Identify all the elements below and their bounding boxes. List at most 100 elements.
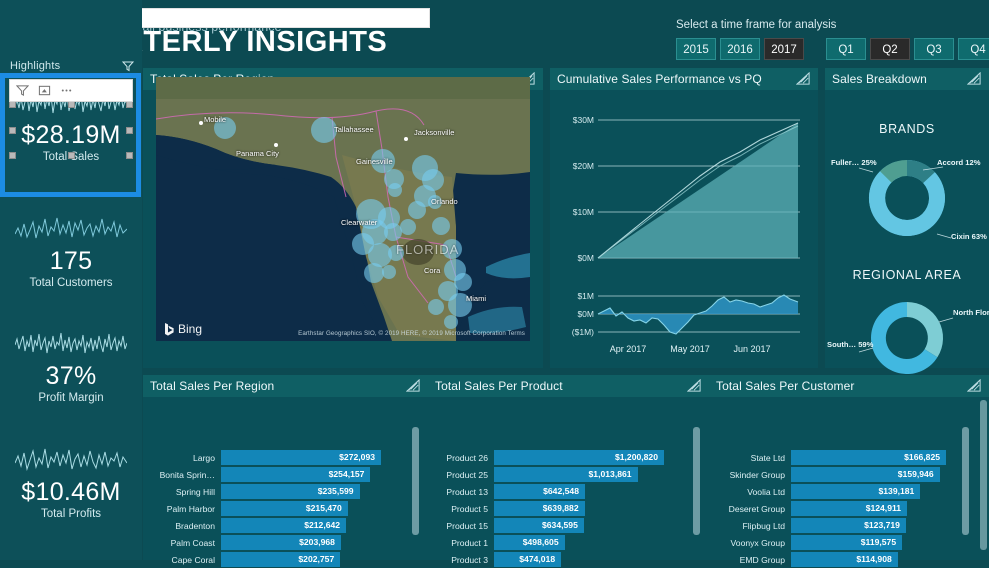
svg-text:Jun 2017: Jun 2017 (733, 344, 770, 354)
bar-value-label: $159,946 (897, 469, 934, 479)
svg-text:$30M: $30M (573, 115, 594, 125)
year-button-2017[interactable]: 2017 (764, 38, 804, 60)
map-label: FLORIDA (396, 242, 460, 257)
bar-row[interactable]: Spring Hill $235,599 (143, 483, 428, 500)
svg-text:($1M): ($1M) (572, 327, 594, 337)
filter-icon[interactable] (122, 60, 134, 72)
bar-value-label: $139,181 (878, 486, 915, 496)
bar-value-label: $1,013,861 (588, 469, 632, 479)
year-button-2015[interactable]: 2015 (676, 38, 716, 60)
visual-header-toolbar[interactable] (9, 79, 133, 102)
bar-category-label: Product 1 (451, 537, 488, 548)
focus-mode-icon[interactable] (967, 72, 982, 86)
kpi-card-profit-margin[interactable]: 37% Profit Margin (0, 327, 142, 404)
bar-row[interactable]: Deseret Group $124,911 (709, 500, 989, 517)
focus-mode-icon[interactable] (38, 84, 51, 97)
map-bubble[interactable] (364, 263, 384, 283)
svg-text:$10M: $10M (573, 207, 594, 217)
bar-row[interactable]: Voonyx Group $119,575 (709, 534, 989, 551)
donut-label-cixin: Cixin 63% (951, 232, 987, 241)
bar-row[interactable]: Largo $272,093 (143, 449, 428, 466)
svg-text:Apr 2017: Apr 2017 (610, 344, 647, 354)
bar-row[interactable]: Product 13 $642,548 (428, 483, 709, 500)
quarter-slicer[interactable]: Q1 Q2 Q3 Q4 (826, 38, 989, 60)
bar-track: $203,968 (221, 535, 381, 550)
donut-title-regional: REGIONAL AREA (852, 268, 962, 282)
bar-row[interactable]: Bonita Sprin… $254,157 (143, 466, 428, 483)
quarter-button-q1[interactable]: Q1 (826, 38, 866, 60)
kpi-card-total-customers[interactable]: 175 Total Customers (0, 212, 142, 289)
region-scrollbar[interactable] (412, 427, 419, 535)
panel-title: Cumulative Sales Performance vs PQ (557, 72, 762, 86)
bar-row[interactable]: Skinder Group $159,946 (709, 466, 989, 483)
map-label: Cora (424, 266, 441, 275)
bar-track: $166,825 (791, 450, 946, 465)
quarter-button-q3[interactable]: Q3 (914, 38, 954, 60)
year-button-2016[interactable]: 2016 (720, 38, 760, 60)
bar-row[interactable]: Product 25 $1,013,861 (428, 466, 709, 483)
quarter-button-q4[interactable]: Q4 (958, 38, 989, 60)
bing-label: Bing (178, 322, 203, 336)
bar-track: $215,470 (221, 501, 381, 516)
bar-category-label: Largo (193, 452, 215, 463)
more-options-icon[interactable] (60, 84, 73, 97)
bar-track: $139,181 (791, 484, 946, 499)
map-bubble[interactable] (400, 219, 416, 235)
map-label: Mobile (204, 115, 227, 124)
panel-map-total-sales-per-region: Total Sales Per Region (143, 68, 543, 368)
kpi-value: 175 (49, 247, 93, 275)
bar-value-label: $634,595 (542, 520, 578, 530)
panel-sales-breakdown: Sales Breakdown BRANDS Accord 12% Cixin … (825, 68, 989, 374)
bar-category-label: Bonita Sprin… (159, 469, 215, 480)
kpi-card-total-profits[interactable]: $10.46M Total Profits (0, 443, 142, 520)
bing-map[interactable]: Mobile Tallahassee Jacksonville Panama C… (156, 77, 530, 341)
map-bubble[interactable] (428, 299, 444, 315)
bar-value-label: $215,470 (305, 503, 342, 513)
map-bubble[interactable] (388, 183, 402, 197)
bar-row[interactable]: Palm Coast $203,968 (143, 534, 428, 551)
map-city-dot (404, 137, 408, 141)
bar-category-label: State Ltd (750, 452, 785, 463)
bar-row[interactable]: Palm Harbor $215,470 (143, 500, 428, 517)
focus-mode-icon[interactable] (687, 379, 702, 393)
donut-label-south: South… 59% (827, 340, 874, 349)
bar-row[interactable]: State Ltd $166,825 (709, 449, 989, 466)
bar-value-label: $1,200,820 (614, 452, 658, 462)
donut-label-fuller: Fuller… 25% (831, 158, 877, 167)
panel-title: Total Sales Per Region (150, 379, 275, 393)
year-slicer[interactable]: 2015 2016 2017 (676, 38, 804, 60)
bar-row[interactable]: Flipbug Ltd $123,719 (709, 517, 989, 534)
bar-category-label: Palm Harbor (166, 503, 215, 514)
quarter-button-q2[interactable]: Q2 (870, 38, 910, 60)
bar-track: $159,946 (791, 467, 946, 482)
map-label: Orlando (431, 197, 458, 206)
kpi-value: 37% (45, 362, 97, 390)
panel-title: Sales Breakdown (832, 72, 927, 86)
map-label: Clearwater (341, 218, 378, 227)
customer-scrollbar[interactable] (962, 427, 969, 535)
cumulative-area-chart[interactable]: $30M $20M $10M $0M $1M $0M ($1M) Apr 201… (550, 90, 818, 366)
focus-mode-icon[interactable] (796, 72, 811, 86)
filter-icon[interactable] (16, 84, 29, 97)
bar-row[interactable]: Product 5 $639,882 (428, 500, 709, 517)
focus-mode-icon[interactable] (967, 379, 982, 393)
map-bubble[interactable] (432, 217, 450, 235)
bar-category-label: Product 15 (446, 520, 488, 531)
page-scrollbar[interactable] (980, 400, 987, 550)
bar-row[interactable]: Product 15 $634,595 (428, 517, 709, 534)
map-bubble[interactable] (444, 315, 458, 329)
kpi-value: $10.46M (21, 478, 121, 506)
bar-category-label: Spring Hill (175, 486, 215, 497)
map-bubble[interactable] (382, 265, 396, 279)
map-bubble[interactable] (408, 201, 426, 219)
product-scrollbar[interactable] (693, 427, 700, 535)
bar-row[interactable]: Bradenton $212,642 (143, 517, 428, 534)
bar-track: $498,605 (494, 535, 664, 550)
sparkline-total-customers (15, 217, 127, 239)
focus-mode-icon[interactable] (406, 379, 421, 393)
map-label: Jacksonville (414, 128, 455, 137)
bar-row[interactable]: Product 1 $498,605 (428, 534, 709, 551)
bar-row[interactable]: Product 26 $1,200,820 (428, 449, 709, 466)
bar-row[interactable]: Voolia Ltd $139,181 (709, 483, 989, 500)
bar-track: $1,200,820 (494, 450, 664, 465)
